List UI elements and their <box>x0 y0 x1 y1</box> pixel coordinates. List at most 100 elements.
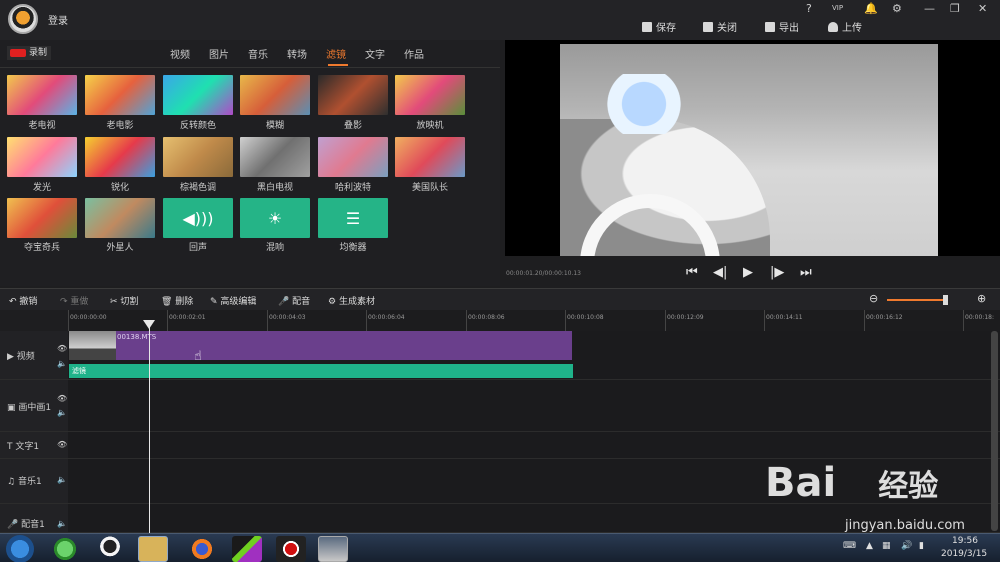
zoom-in-icon[interactable]: ⊕ <box>977 292 986 305</box>
eye-icon[interactable]: 👁 <box>57 344 67 353</box>
track-header-pip[interactable]: ▣ 画中画1 👁 🔈 <box>0 380 68 432</box>
tab-image[interactable]: 图片 <box>209 46 248 61</box>
tab-transition[interactable]: 转场 <box>287 46 326 61</box>
export-button[interactable]: 导出 <box>765 19 799 34</box>
filter-thumb-invert[interactable] <box>163 75 233 115</box>
upload-button[interactable]: 上传 <box>828 19 862 34</box>
filter-thumb-sepia[interactable] <box>163 137 233 177</box>
speaker-icon[interactable]: 🔈 <box>57 408 67 417</box>
cut-button[interactable]: ✂ 切割 <box>110 294 138 307</box>
track-label-dub: 🎤 配音1 <box>7 520 45 530</box>
volume-icon[interactable]: 🔊 <box>901 541 912 551</box>
eye-icon[interactable]: 👁 <box>57 394 67 403</box>
help-icon[interactable]: ? <box>806 2 812 15</box>
play-icon[interactable]: ▶ <box>743 265 753 280</box>
track-header-dub[interactable]: 🎤 配音1 🔈 <box>0 504 68 533</box>
generate-button[interactable]: ⚙ 生成素材 <box>328 294 375 307</box>
track-body-text[interactable] <box>68 432 1000 459</box>
folder-icon[interactable] <box>138 536 168 562</box>
speaker-icon[interactable]: 🔈 <box>57 359 67 368</box>
zoom-slider-handle[interactable] <box>943 295 948 305</box>
recorder-icon[interactable] <box>276 536 306 562</box>
zoom-slider-track[interactable] <box>887 299 947 301</box>
device-icon[interactable]: ▦ <box>882 541 891 551</box>
filter-thumb-sharpen[interactable] <box>85 137 155 177</box>
filter-effect-bar[interactable]: 滤镜 <box>69 364 573 378</box>
tab-text[interactable]: 文字 <box>365 46 404 61</box>
zoom-out-icon[interactable]: ⊖ <box>869 292 878 305</box>
start-button[interactable] <box>6 535 34 562</box>
video-clip[interactable]: 00138.MTS <box>69 331 572 360</box>
login-link[interactable]: 登录 <box>48 12 68 27</box>
playhead-line[interactable] <box>149 320 150 535</box>
filter-thumb-echo[interactable]: ◀))) <box>163 198 233 238</box>
track-header-video[interactable]: ▶ 视频 👁 🔈 <box>0 331 68 380</box>
filter-thumb-old-tv[interactable] <box>7 75 77 115</box>
media-app-icon[interactable] <box>232 536 262 562</box>
tick-line <box>267 310 268 331</box>
track-name: 画中画1 <box>18 403 52 413</box>
timeline-scrollbar[interactable] <box>991 331 998 531</box>
video-preview[interactable] <box>505 40 1000 256</box>
gear-icon[interactable]: ⚙ <box>892 2 902 15</box>
advanced-edit-button[interactable]: ✎ 高级编辑 <box>210 294 256 307</box>
vip-icon[interactable]: VIP <box>832 4 843 12</box>
skip-start-icon[interactable]: ⏮ <box>686 265 698 280</box>
filter-thumb-alien[interactable] <box>85 198 155 238</box>
firefox-icon[interactable] <box>187 536 217 562</box>
ruler-tick: 00:00:02:01 <box>169 314 206 321</box>
filter-thumb-harry-potter[interactable] <box>318 137 388 177</box>
filter-thumb-reverb[interactable]: ☀ <box>240 198 310 238</box>
avatar[interactable] <box>8 4 38 34</box>
tick-line <box>665 310 666 331</box>
filter-thumb-bw-tv[interactable] <box>240 137 310 177</box>
eye-icon[interactable]: 👁 <box>57 440 67 449</box>
qq-icon[interactable] <box>95 536 125 562</box>
undo-button[interactable]: ↶ 撤销 <box>9 294 37 307</box>
close-icon[interactable]: ✕ <box>978 2 987 15</box>
track-body-pip[interactable] <box>68 380 1000 432</box>
refresh-app-icon[interactable] <box>50 536 80 562</box>
maximize-icon[interactable]: ❐ <box>950 2 960 15</box>
tab-works[interactable]: 作品 <box>404 46 443 61</box>
redo-button[interactable]: ↷ 重做 <box>60 294 88 307</box>
bell-icon[interactable]: 🔔 <box>864 2 878 15</box>
track-name: 配音1 <box>21 520 45 530</box>
video-editor-icon[interactable] <box>318 536 348 562</box>
record-button[interactable]: 录制 <box>7 46 52 60</box>
close-project-button[interactable]: 关闭 <box>703 19 737 34</box>
dub-label: 配音 <box>292 297 311 307</box>
save-button[interactable]: 保存 <box>642 19 676 34</box>
network-icon[interactable]: ▮ <box>919 541 924 551</box>
dub-button[interactable]: 🎤 配音 <box>278 294 310 307</box>
record-label: 录制 <box>29 48 48 58</box>
track-header-text[interactable]: T 文字1 👁 <box>0 432 68 459</box>
skip-end-icon[interactable]: ⏭ <box>800 265 812 280</box>
track-header-music[interactable]: ♫ 音乐1 🔈 <box>0 459 68 504</box>
next-frame-icon[interactable]: |▶ <box>770 265 784 280</box>
clock-date[interactable]: 2019/3/15 <box>941 549 987 559</box>
filter-thumb-glow[interactable] <box>7 137 77 177</box>
filter-thumb-blur[interactable] <box>240 75 310 115</box>
tab-video[interactable]: 视频 <box>170 46 209 61</box>
keyboard-icon[interactable]: ⌨ <box>843 541 856 551</box>
filter-thumb-ghost[interactable] <box>318 75 388 115</box>
prev-frame-icon[interactable]: ◀| <box>713 265 727 280</box>
tab-filter[interactable]: 滤镜 <box>326 46 365 61</box>
speaker-icon[interactable]: 🔈 <box>57 475 67 484</box>
speaker-icon[interactable]: 🔈 <box>57 519 67 528</box>
clock-time[interactable]: 19:56 <box>952 536 978 546</box>
filter-label: 锐化 <box>110 183 129 193</box>
filter-thumb-projector[interactable] <box>395 75 465 115</box>
filter-label: 发光 <box>32 183 51 193</box>
filter-thumb-indiana-jones[interactable] <box>7 198 77 238</box>
tick-line <box>764 310 765 331</box>
arrow-up-icon[interactable]: ▲ <box>866 541 873 551</box>
minimize-icon[interactable]: — <box>924 2 935 15</box>
timeline-ruler[interactable]: 00:00:00:00 00:00:02:01 00:00:04:03 00:0… <box>68 310 1000 331</box>
filter-thumb-old-film[interactable] <box>85 75 155 115</box>
delete-button[interactable]: 🗑 删除 <box>161 294 193 307</box>
filter-thumb-captain-america[interactable] <box>395 137 465 177</box>
filter-thumb-equalizer[interactable]: ☰ <box>318 198 388 238</box>
tab-music[interactable]: 音乐 <box>248 46 287 61</box>
